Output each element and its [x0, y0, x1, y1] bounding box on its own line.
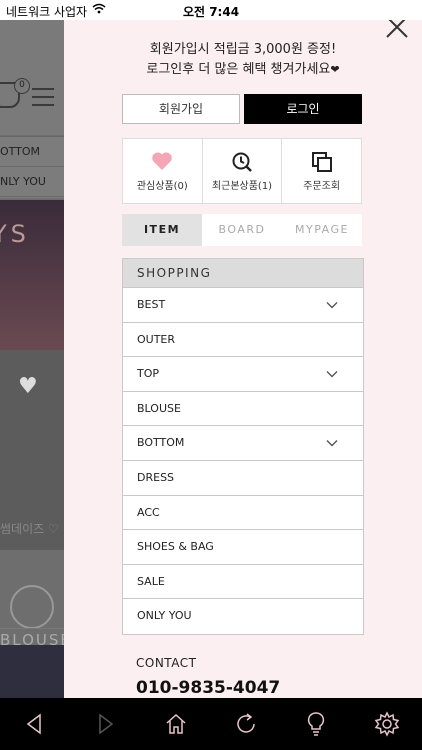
promo-message: 회원가입시 적립금 3,000원 증정! 로그인후 더 많은 혜택 챙겨가세요❤ [64, 40, 422, 80]
category-blouse[interactable]: BLOUSE [123, 392, 363, 427]
category-sale[interactable]: SALE [123, 565, 363, 600]
login-button[interactable]: 로그인 [244, 94, 362, 124]
shopping-header: SHOPPING [123, 259, 363, 288]
promo-line-1: 회원가입시 적립금 3,000원 증정! [149, 42, 337, 57]
category-shoes-bag[interactable]: SHOES & BAG [123, 530, 363, 565]
category-label: ONLY YOU [137, 609, 192, 623]
refresh-icon[interactable] [228, 706, 264, 742]
join-button[interactable]: 회원가입 [122, 94, 240, 124]
heart-icon [123, 151, 202, 173]
status-time: 오전 7:44 [182, 5, 240, 19]
order-lookup-link[interactable]: 주문조회 [282, 139, 361, 203]
category-label: BEST [137, 298, 166, 311]
banner-text: YS [0, 220, 30, 248]
category-label: TOP [137, 367, 160, 381]
category-label: SHOES & BAG [137, 540, 214, 554]
promo-line-2: 로그인후 더 많은 혜택 챙겨가세요❤ [146, 62, 340, 77]
home-icon[interactable] [158, 706, 194, 742]
wishlist-link[interactable]: 관심상품(0) [123, 139, 203, 203]
category-label: SALE [137, 574, 165, 588]
forward-icon[interactable] [87, 706, 123, 742]
chevron-down-icon[interactable] [325, 436, 339, 450]
chevron-down-icon[interactable] [325, 367, 339, 381]
category-label: BLOUSE [137, 401, 181, 415]
category-label: OUTER [137, 332, 176, 346]
category-acc[interactable]: ACC [123, 496, 363, 531]
copy-icon [282, 151, 361, 173]
heart-icon: ❤ [330, 63, 340, 76]
tab-board[interactable]: BOARD [202, 214, 282, 246]
category-top[interactable]: TOP [123, 357, 363, 392]
background-nav: OTTOM NLY YOU [0, 136, 64, 198]
menu-tabs: ITEM BOARD MYPAGE [122, 214, 362, 246]
background-page-overlay[interactable]: 0 OTTOM NLY YOU YS ♥ 썸데이즈 ♡ BLOUSE [0, 20, 64, 698]
browser-toolbar [0, 698, 422, 750]
category-best[interactable]: BEST [123, 288, 363, 323]
background-promo-text: 썸데이즈 ♡ [0, 522, 59, 536]
category-label: BOTTOM [137, 436, 185, 450]
chevron-down-icon[interactable] [325, 298, 339, 312]
menu-icon [32, 88, 54, 112]
category-dress[interactable]: DRESS [123, 461, 363, 496]
close-icon[interactable] [384, 20, 410, 40]
settings-icon[interactable] [369, 706, 405, 742]
category-only-you[interactable]: ONLY YOU [123, 599, 363, 634]
quick-links: 관심상품(0) 최근본상품(1) 주문조회 [122, 138, 362, 204]
contact-phone[interactable]: 010-9835-4047 [136, 678, 280, 698]
category-outer[interactable]: OUTER [123, 323, 363, 358]
order-lookup-label: 주문조회 [303, 181, 341, 192]
background-header [0, 20, 64, 135]
tab-mypage[interactable]: MYPAGE [282, 214, 362, 246]
background-circle-button [10, 585, 54, 629]
lightbulb-icon[interactable] [298, 706, 334, 742]
category-label: DRESS [137, 470, 175, 484]
category-bottom[interactable]: BOTTOM [123, 426, 363, 461]
cart-count-badge: 0 [14, 78, 30, 94]
heart-icon: ♥ [18, 374, 38, 399]
background-product-image [0, 645, 64, 698]
recently-viewed-label: 최근본상품(1) [211, 181, 273, 192]
shopping-category-list: SHOPPING BEST OUTER TOP BLOUSE BOTTOM DR… [122, 258, 364, 635]
back-icon[interactable] [17, 706, 53, 742]
contact-label: CONTACT [136, 656, 197, 670]
clock-search-icon [203, 151, 282, 173]
auth-buttons: 회원가입 로그인 [122, 94, 362, 124]
side-menu-panel: 회원가입시 적립금 3,000원 증정! 로그인후 더 많은 혜택 챙겨가세요❤… [64, 20, 422, 698]
category-label: ACC [137, 505, 160, 519]
background-banner: YS [0, 200, 64, 350]
recently-viewed-link[interactable]: 최근본상품(1) [203, 139, 283, 203]
background-nav-item: OTTOM [0, 137, 64, 167]
tab-item[interactable]: ITEM [122, 214, 202, 246]
background-nav-item: NLY YOU [0, 167, 64, 197]
status-bar: 네트워크 사업자 오전 7:44 [0, 0, 422, 20]
wishlist-label: 관심상품(0) [136, 181, 188, 192]
